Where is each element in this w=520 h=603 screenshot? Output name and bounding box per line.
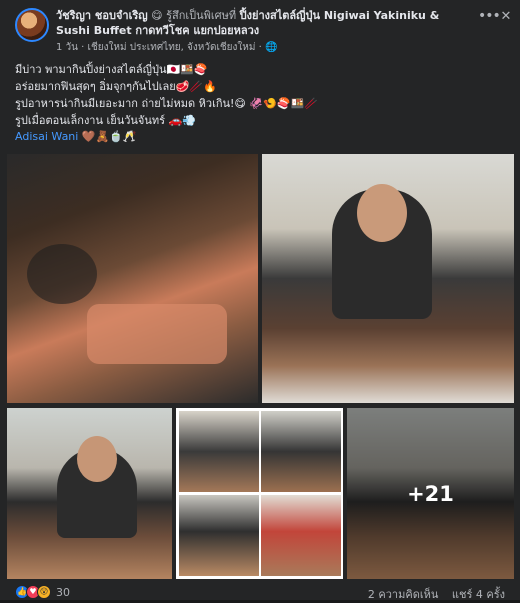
author-name[interactable]: วัชริญา ชอบจำเริญ: [56, 9, 148, 22]
collage-photo: [179, 495, 259, 576]
meat-platter: [87, 304, 227, 364]
post-header: วัชริญา ชอบจำเริญ 😋 รู้สึกเป็นพิเศษที่ ป…: [56, 8, 476, 38]
post-stats: 2 ความคิดเห็น แชร์ 4 ครั้ง: [358, 585, 505, 603]
sauce-dish: [27, 244, 97, 304]
author-avatar[interactable]: [15, 8, 49, 42]
more-options-icon[interactable]: •••: [478, 9, 501, 24]
more-photos-count: +21: [407, 481, 454, 506]
reaction-count: 30: [56, 585, 70, 599]
photo-man-eating[interactable]: [262, 154, 514, 403]
collage-photo: [179, 411, 259, 492]
post-meta[interactable]: 1 วัน · เชียงใหม่ ประเทศไทย, จังหวัดเชีย…: [56, 40, 277, 55]
photo-man-seated[interactable]: [7, 408, 172, 579]
photo-food-table[interactable]: [7, 154, 258, 403]
shares-count[interactable]: แชร์ 4 ครั้ง: [452, 588, 505, 601]
collage-photo: [261, 495, 341, 576]
collage-photo: [261, 411, 341, 492]
comments-count[interactable]: 2 ความคิดเห็น: [368, 588, 439, 601]
photo-collage[interactable]: [176, 408, 343, 579]
wow-reaction-icon: 😮: [37, 585, 51, 599]
post-line: รูปเมื่อตอนเล็กงาน เย็นวันจันทร์ 🚗💨: [15, 114, 196, 127]
reactions-summary[interactable]: 👍 ♥ 😮 30: [15, 584, 70, 600]
tagged-user[interactable]: Adisai Wani 🤎🧸🍵🥂: [15, 130, 137, 143]
post-line: อร่อยมากฟินสุดๆ อิ่มจุกๆกันไปเลย🥩🥢🔥: [15, 80, 217, 93]
post-card: วัชริญา ชอบจำเริญ 😋 รู้สึกเป็นพิเศษที่ ป…: [0, 0, 520, 603]
feeling-text: 😋 รู้สึกเป็นพิเศษที่: [151, 9, 237, 22]
photo-more[interactable]: +21: [347, 408, 514, 579]
person-head: [77, 436, 117, 482]
post-line: รูปอาหารน่ากินมีเยอะมาก ถ่ายไม่หมด หิวเก…: [15, 97, 318, 110]
post-text: มีบ่าว พามากินปิ้งย่างสไตล์ญี่ปุ่น🇯🇵🍱🍣 อ…: [15, 61, 505, 129]
close-icon[interactable]: ✕: [498, 10, 514, 24]
person-head: [357, 184, 407, 242]
post-line: มีบ่าว พามากินปิ้งย่างสไตล์ญี่ปุ่น🇯🇵🍱🍣: [15, 63, 208, 76]
